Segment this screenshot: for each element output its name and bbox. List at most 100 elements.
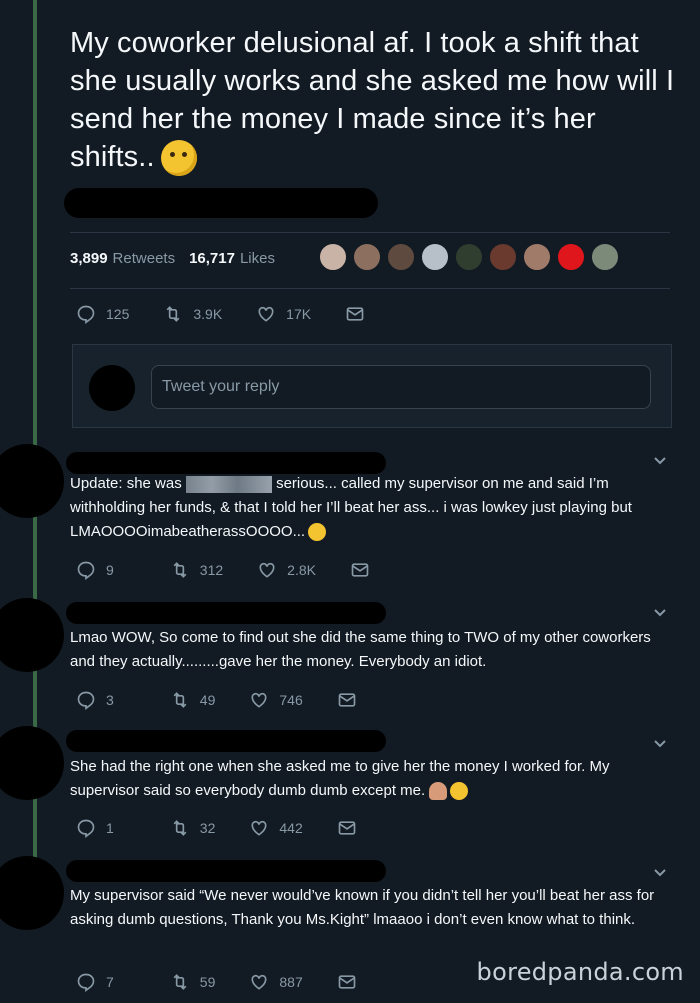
message-button[interactable] <box>350 560 380 580</box>
retweets-count[interactable]: 3,899 <box>70 250 108 267</box>
like-button[interactable]: 887 <box>249 972 303 992</box>
like-icon <box>259 562 275 578</box>
avatar[interactable] <box>488 242 518 272</box>
avatar[interactable] <box>0 726 64 800</box>
redacted-username <box>64 188 378 218</box>
avatar[interactable] <box>590 242 620 272</box>
retweet-button[interactable]: 3.9K <box>163 304 222 324</box>
tweet-thread: My coworker delusional af. I took a shif… <box>0 0 700 1003</box>
crying-laughing-emoji-icon <box>450 782 469 801</box>
retweets-label[interactable]: Retweets <box>113 250 176 267</box>
reply-actions: 9 312 2.8K <box>76 560 414 580</box>
redacted-username <box>66 860 386 882</box>
retweet-button[interactable]: 59 <box>170 972 216 992</box>
reply-icon <box>77 973 95 992</box>
like-icon <box>251 820 267 836</box>
retweet-button[interactable]: 32 <box>170 818 216 838</box>
chevron-down-icon[interactable] <box>652 452 668 468</box>
redacted-username <box>66 730 386 752</box>
avatar <box>89 365 135 411</box>
avatar[interactable] <box>352 242 382 272</box>
reply-text-part: She had the right one when she asked me … <box>70 758 610 799</box>
reply-input[interactable]: Tweet your reply <box>151 365 651 409</box>
avatar[interactable] <box>0 444 64 518</box>
reply-icon <box>77 819 95 838</box>
avatar[interactable] <box>420 242 450 272</box>
chevron-down-icon[interactable] <box>652 864 668 880</box>
engagement-stats: 3,899 Retweets 16,717 Likes <box>70 246 289 270</box>
blurred-word <box>185 475 272 493</box>
reply-text-part: Update: she was <box>70 475 182 492</box>
reply-count: 7 <box>106 974 114 990</box>
reply-button[interactable]: 7 <box>76 972 114 992</box>
like-button[interactable]: 746 <box>249 690 303 710</box>
retweet-count: 59 <box>199 974 216 990</box>
expressionless-emoji-icon <box>308 523 327 542</box>
watermark: boredpanda.com <box>476 958 684 986</box>
like-count: 17K <box>286 306 312 322</box>
reply-button[interactable]: 3 <box>76 690 114 710</box>
message-icon <box>351 563 369 577</box>
retweet-icon <box>173 692 187 708</box>
tweet-actions: 125 3.9K 17K <box>76 304 409 324</box>
like-count: 442 <box>279 820 303 836</box>
avatar[interactable] <box>0 598 64 672</box>
retweet-count: 49 <box>199 692 216 708</box>
message-button[interactable] <box>337 690 367 710</box>
likes-count[interactable]: 16,717 <box>189 250 235 267</box>
avatar[interactable] <box>318 242 348 272</box>
reply-count: 125 <box>106 306 130 322</box>
message-icon <box>338 693 356 707</box>
reply-button[interactable]: 9 <box>76 560 114 580</box>
retweet-count: 32 <box>199 820 216 836</box>
reply-actions: 7 59 887 <box>76 972 401 992</box>
reply-icon <box>77 691 95 710</box>
message-icon <box>338 975 356 989</box>
retweet-count: 3.9K <box>193 306 223 322</box>
redacted-username <box>66 602 386 624</box>
retweet-button[interactable]: 49 <box>170 690 216 710</box>
reply-button[interactable]: 1 <box>76 818 114 838</box>
chevron-down-icon[interactable] <box>652 604 668 620</box>
like-icon <box>258 306 274 322</box>
retweet-icon <box>173 974 187 990</box>
divider <box>70 232 670 233</box>
reply-count: 9 <box>106 562 114 578</box>
like-icon <box>251 692 267 708</box>
retweet-icon <box>166 306 180 322</box>
reply-text: Update: she was serious... called my sup… <box>70 472 670 544</box>
liker-avatars <box>318 242 624 272</box>
reply-text: She had the right one when she asked me … <box>70 755 670 803</box>
like-icon <box>251 974 267 990</box>
like-count: 746 <box>279 692 303 708</box>
avatar[interactable] <box>0 856 64 930</box>
reply-actions: 3 49 746 <box>76 690 401 710</box>
tweet-text-content: My coworker delusional af. I took a shif… <box>70 27 675 173</box>
divider <box>70 288 670 289</box>
likes-label[interactable]: Likes <box>240 250 275 267</box>
message-button[interactable] <box>337 818 367 838</box>
message-button[interactable] <box>345 304 375 324</box>
retweet-icon <box>173 820 187 836</box>
retweet-icon <box>173 562 187 578</box>
like-button[interactable]: 442 <box>249 818 303 838</box>
chevron-down-icon[interactable] <box>652 735 668 751</box>
reply-button[interactable]: 125 <box>76 304 129 324</box>
tweet-text: My coworker delusional af. I took a shif… <box>70 24 680 177</box>
message-icon <box>346 307 364 321</box>
like-button[interactable]: 2.8K <box>257 560 316 580</box>
redacted-username <box>66 452 386 474</box>
avatar[interactable] <box>556 242 586 272</box>
reply-icon <box>77 561 95 580</box>
reply-text: Lmao WOW, So come to find out she did th… <box>70 629 651 670</box>
avatar[interactable] <box>386 242 416 272</box>
message-button[interactable] <box>337 972 367 992</box>
reply-actions: 1 32 442 <box>76 818 401 838</box>
reply-count: 3 <box>106 692 114 708</box>
avatar[interactable] <box>522 242 552 272</box>
message-icon <box>338 821 356 835</box>
reply-icon <box>77 305 95 324</box>
avatar[interactable] <box>454 242 484 272</box>
retweet-button[interactable]: 312 <box>170 560 223 580</box>
like-button[interactable]: 17K <box>256 304 311 324</box>
